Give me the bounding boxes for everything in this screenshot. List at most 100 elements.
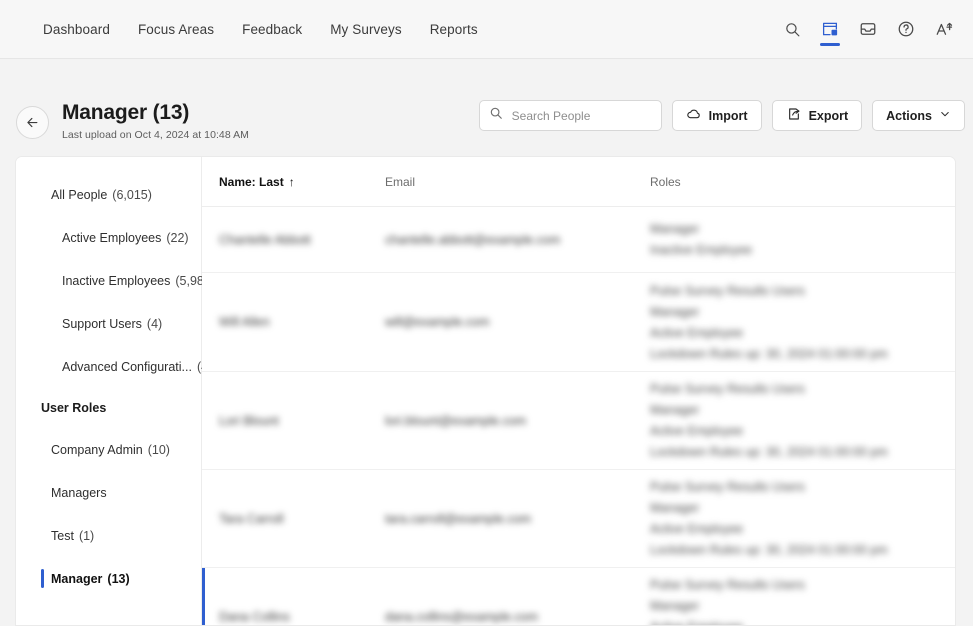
cell-email: dana.collins@example.com xyxy=(385,609,539,624)
column-label: Email xyxy=(385,174,416,189)
sidebar-item-count: (1) xyxy=(78,528,95,543)
cell-roles: Manager Inactive Employee xyxy=(650,222,955,257)
column-header-roles[interactable]: Roles xyxy=(650,175,955,189)
table-row[interactable]: Chantelle Abbott chantelle.abbott@exampl… xyxy=(202,207,955,273)
sidebar-item-label: Advanced Configurati... xyxy=(62,359,192,374)
sidebar-item-test[interactable]: Test (1) xyxy=(16,514,201,557)
sort-ascending-icon: ↑ xyxy=(288,174,295,189)
cell-roles: Pulse Survey Results Users Manager Activ… xyxy=(650,284,955,361)
column-header-name-last[interactable]: Name: Last ↑ xyxy=(202,175,385,189)
role-tag: Pulse Survey Results Users xyxy=(650,283,805,298)
sidebar-item-all-people[interactable]: All People (6,015) xyxy=(16,173,201,216)
role-tag: Lockdown Rules up: 30, 2024 01:00:00 pm xyxy=(650,445,888,459)
text-translate-icon[interactable] xyxy=(929,12,959,46)
admin-window-icon[interactable] xyxy=(815,12,845,46)
page-title: Manager (13) xyxy=(62,101,190,124)
share-export-icon xyxy=(786,106,802,125)
sidebar-item-count: (13) xyxy=(107,571,130,586)
search-input[interactable] xyxy=(509,107,652,124)
sidebar-item-active-employees[interactable]: Active Employees (22) xyxy=(16,216,201,259)
export-button[interactable]: Export xyxy=(771,100,863,131)
role-tag: Manager xyxy=(650,501,700,515)
people-card: All People (6,015) Active Employees (22)… xyxy=(15,156,956,626)
import-label: Import xyxy=(708,108,748,123)
cell-name: Dana Collins xyxy=(219,609,290,624)
role-tag: Lockdown Rules up: 30, 2024 01:00:00 pm xyxy=(650,543,888,557)
role-tag: Manager xyxy=(650,304,700,319)
sidebar-item-manager[interactable]: Manager (13) xyxy=(16,557,201,600)
role-tag: Manager xyxy=(650,222,700,236)
cell-email: will@example.com xyxy=(385,315,490,329)
cell-roles: Pulse Survey Results Users Manager Activ… xyxy=(650,382,955,459)
role-tag: Manager xyxy=(650,599,700,613)
people-table: Name: Last ↑ Email Roles Chantelle Abbot… xyxy=(202,157,955,625)
sidebar-item-count: (6,015) xyxy=(112,187,152,202)
table-row[interactable]: Tara Carroll tara.carroll@example.com Pu… xyxy=(202,470,955,568)
search-icon xyxy=(489,106,503,125)
cell-email: lori.blount@example.com xyxy=(385,413,527,428)
actions-label: Actions xyxy=(886,108,932,123)
back-button[interactable] xyxy=(16,106,49,139)
inbox-icon[interactable] xyxy=(853,12,883,46)
sidebar-item-advanced-configuration[interactable]: Advanced Configurati... (4) xyxy=(16,345,212,388)
table-row[interactable]: Will Allen will@example.com Pulse Survey… xyxy=(202,273,955,372)
sidebar-item-company-admin[interactable]: Company Admin (10) xyxy=(16,428,201,471)
sidebar-item-count: (4) xyxy=(146,316,163,331)
nav-links: Dashboard Focus Areas Feedback My Survey… xyxy=(0,16,492,43)
sidebar-item-support-users[interactable]: Support Users (4) xyxy=(16,302,201,345)
column-label: Name: Last xyxy=(219,174,284,189)
sidebar-item-count: (22) xyxy=(166,230,189,245)
cell-name: Chantelle Abbott xyxy=(219,232,311,247)
sidebar-item-label: Company Admin xyxy=(51,442,143,457)
top-navigation-bar: Dashboard Focus Areas Feedback My Survey… xyxy=(0,0,973,59)
actions-button[interactable]: Actions xyxy=(872,100,965,131)
sidebar-item-count: (10) xyxy=(147,442,170,457)
title-block: Manager (13) Last upload on Oct 4, 2024 … xyxy=(62,101,249,141)
sidebar-item-label: Manager xyxy=(51,571,103,586)
cell-name: Tara Carroll xyxy=(219,511,284,526)
sidebar-item-label: Support Users xyxy=(62,316,142,331)
page-toolbar: Import Export Actions xyxy=(478,100,965,131)
table-header-row: Name: Last ↑ Email Roles xyxy=(202,157,955,207)
sidebar-item-label: Managers xyxy=(51,485,107,500)
cell-roles: Pulse Survey Results Users Manager Activ… xyxy=(650,578,955,625)
table-row[interactable]: Lori Blount lori.blount@example.com Puls… xyxy=(202,372,955,470)
page-header: Manager (13) Last upload on Oct 4, 2024 … xyxy=(0,59,973,156)
cloud-icon xyxy=(686,106,702,125)
role-tag: Active Employee xyxy=(650,620,955,625)
last-upload-text: Last upload on Oct 4, 2024 at 10:48 AM xyxy=(62,129,249,142)
role-tag: Pulse Survey Results Users xyxy=(650,382,805,396)
nav-link-reports[interactable]: Reports xyxy=(416,16,492,43)
sidebar-item-label: All People xyxy=(51,187,108,202)
nav-link-my-surveys[interactable]: My Surveys xyxy=(316,16,416,43)
cell-name: Lori Blount xyxy=(219,413,279,428)
sidebar-item-label: Test xyxy=(51,528,74,543)
sidebar-group-user-roles: User Roles xyxy=(41,401,107,415)
column-header-email[interactable]: Email xyxy=(385,175,650,189)
cell-email: tara.carroll@example.com xyxy=(385,511,532,526)
role-tag: Active Employee xyxy=(650,325,744,340)
nav-link-dashboard[interactable]: Dashboard xyxy=(29,16,124,43)
table-row[interactable]: Dana Collins dana.collins@example.com Pu… xyxy=(202,568,955,625)
import-button[interactable]: Import xyxy=(671,100,762,131)
search-people-box[interactable] xyxy=(478,100,662,131)
chevron-down-icon xyxy=(939,108,951,123)
nav-link-focus-areas[interactable]: Focus Areas xyxy=(124,16,228,43)
role-tag: Pulse Survey Results Users xyxy=(650,578,805,592)
help-circle-icon[interactable] xyxy=(891,12,921,46)
search-icon[interactable] xyxy=(777,12,807,46)
sidebar-item-managers[interactable]: Managers xyxy=(16,471,201,514)
role-tag: Manager xyxy=(650,403,700,417)
people-filters-sidebar: All People (6,015) Active Employees (22)… xyxy=(16,157,215,625)
role-tag: Lockdown Rules up: 30, 2024 01:00:00 pm xyxy=(650,346,888,361)
column-label: Roles xyxy=(650,174,681,189)
nav-link-feedback[interactable]: Feedback xyxy=(228,16,316,43)
sidebar-item-label: Active Employees xyxy=(62,230,162,245)
cell-name: Will Allen xyxy=(219,315,270,329)
nav-icon-group xyxy=(777,12,973,46)
sidebar-item-inactive-employees[interactable]: Inactive Employees (5,989) xyxy=(16,259,215,302)
role-tag: Inactive Employee xyxy=(650,243,753,257)
role-tag: Active Employee xyxy=(650,424,744,438)
sidebar-item-label: Inactive Employees xyxy=(62,273,171,288)
export-label: Export xyxy=(808,108,849,123)
